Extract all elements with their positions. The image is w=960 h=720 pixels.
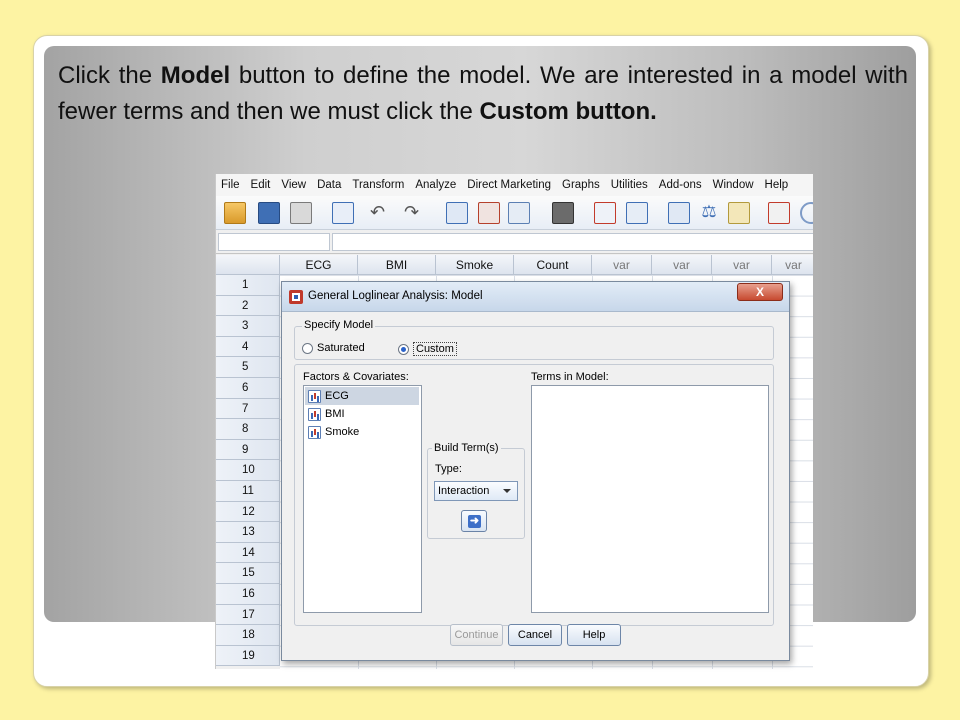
row-header[interactable]: 15 [216, 563, 280, 584]
close-button[interactable]: X [737, 283, 783, 301]
factor-item-bmi[interactable]: BMI [305, 405, 419, 423]
menu-item-add-ons[interactable]: Add-ons [654, 179, 708, 191]
terms-listbox[interactable] [531, 385, 769, 613]
column-header[interactable]: var [712, 255, 772, 275]
undo-icon[interactable]: ↶ [370, 202, 392, 224]
column-header[interactable]: ECG [280, 255, 358, 275]
chevron-down-icon [503, 489, 511, 493]
menu-item-graphs[interactable]: Graphs [557, 179, 606, 191]
row-header[interactable]: 11 [216, 481, 280, 502]
row-header[interactable]: 5 [216, 357, 280, 378]
column-header[interactable]: Smoke [436, 255, 514, 275]
column-header[interactable]: Count [514, 255, 592, 275]
custom-emphasis: Custom button. [479, 98, 657, 125]
model-emphasis: Model [160, 62, 231, 89]
row-header[interactable]: 9 [216, 439, 280, 461]
dialog-title: General Loglinear Analysis: Model [308, 290, 483, 302]
menu-item-edit[interactable]: Edit [246, 179, 277, 191]
nominal-variable-icon [308, 407, 321, 421]
terms-label: Terms in Model: [531, 371, 609, 383]
menu-item-transform[interactable]: Transform [347, 179, 410, 191]
saturated-radio-dot[interactable] [302, 342, 313, 354]
nominal-variable-icon [308, 425, 321, 439]
toolbar: ↶ ↷ ⚖ [216, 196, 813, 230]
save-icon[interactable] [258, 202, 280, 224]
specify-model-group [294, 326, 774, 360]
value-labels-icon[interactable] [768, 202, 790, 224]
row-header[interactable]: 7 [216, 398, 280, 420]
row-header[interactable]: 18 [216, 625, 280, 646]
row-header[interactable]: 16 [216, 584, 280, 605]
weight-cases-icon[interactable]: ⚖ [698, 202, 720, 224]
dialog-recall-icon[interactable] [332, 202, 354, 224]
arrow-right-icon: ➜ [468, 515, 481, 528]
spss-app-icon [289, 290, 303, 304]
row-header[interactable]: 12 [216, 501, 280, 523]
dialog-titlebar[interactable]: General Loglinear Analysis: Model X [282, 282, 789, 312]
specify-model-legend: Specify Model [302, 319, 376, 331]
cell-value-field[interactable] [332, 233, 813, 251]
help-button[interactable]: Help [567, 624, 621, 646]
split-file-icon[interactable] [668, 202, 690, 224]
menu-item-utilities[interactable]: Utilities [606, 179, 654, 191]
column-header[interactable]: BMI [358, 255, 436, 275]
row-header[interactable]: 17 [216, 604, 280, 626]
row-header[interactable]: 10 [216, 460, 280, 481]
goto-variable-icon[interactable] [478, 202, 500, 224]
model-dialog: General Loglinear Analysis: Model X Spec… [281, 281, 790, 661]
factors-label: Factors & Covariates: [303, 371, 409, 383]
menu-item-file[interactable]: File [216, 179, 246, 191]
factors-listbox[interactable]: ECG BMI Smoke [303, 385, 422, 613]
row-header[interactable]: 6 [216, 378, 280, 399]
variables-icon[interactable] [508, 202, 530, 224]
menu-bar: File Edit View Data Transform Analyze Direct M… [216, 174, 813, 196]
menu-item-direct-marketing[interactable]: Direct Marketing [462, 179, 557, 191]
cancel-button[interactable]: Cancel [508, 624, 562, 646]
factor-item-ecg[interactable]: ECG [305, 387, 419, 405]
select-cases-icon[interactable] [728, 202, 750, 224]
row-header[interactable]: 3 [216, 316, 280, 337]
menu-item-help[interactable]: Help [760, 179, 795, 191]
saturated-radio[interactable]: Saturated [302, 342, 365, 354]
move-term-button[interactable]: ➜ [461, 510, 487, 532]
row-header[interactable]: 1 [216, 275, 280, 296]
cell-editor-bar [216, 230, 813, 254]
row-header[interactable]: 19 [216, 645, 280, 667]
build-terms-legend: Build Term(s) [432, 442, 501, 454]
print-icon[interactable] [290, 202, 312, 224]
insert-variable-icon[interactable] [626, 202, 648, 224]
row-header[interactable]: 14 [216, 542, 280, 564]
nominal-variable-icon [308, 389, 321, 403]
open-folder-icon[interactable] [224, 202, 246, 224]
menu-item-window[interactable]: Window [708, 179, 760, 191]
type-label: Type: [435, 463, 462, 475]
column-header[interactable]: var [592, 255, 652, 275]
column-header[interactable]: var [652, 255, 712, 275]
row-header[interactable]: 2 [216, 295, 280, 317]
type-select[interactable]: Interaction [434, 481, 518, 501]
instruction-text: Click the Model button to define the mod… [58, 62, 908, 125]
grid-corner[interactable] [216, 255, 280, 275]
cell-name-field[interactable] [218, 233, 330, 251]
goto-case-icon[interactable] [446, 202, 468, 224]
row-header[interactable]: 4 [216, 336, 280, 358]
redo-icon[interactable]: ↷ [404, 202, 426, 224]
row-header[interactable]: 13 [216, 522, 280, 543]
menu-item-data[interactable]: Data [312, 179, 347, 191]
menu-item-analyze[interactable]: Analyze [410, 179, 462, 191]
custom-radio[interactable]: Custom [398, 342, 457, 356]
row-header[interactable]: 8 [216, 419, 280, 440]
continue-button[interactable]: Continue [450, 624, 503, 646]
custom-radio-dot[interactable] [398, 343, 409, 355]
factor-item-smoke[interactable]: Smoke [305, 423, 419, 441]
insert-cases-icon[interactable] [594, 202, 616, 224]
use-sets-icon[interactable] [800, 202, 813, 224]
menu-item-view[interactable]: View [276, 179, 312, 191]
find-icon[interactable] [552, 202, 574, 224]
column-header[interactable]: var [772, 255, 813, 275]
